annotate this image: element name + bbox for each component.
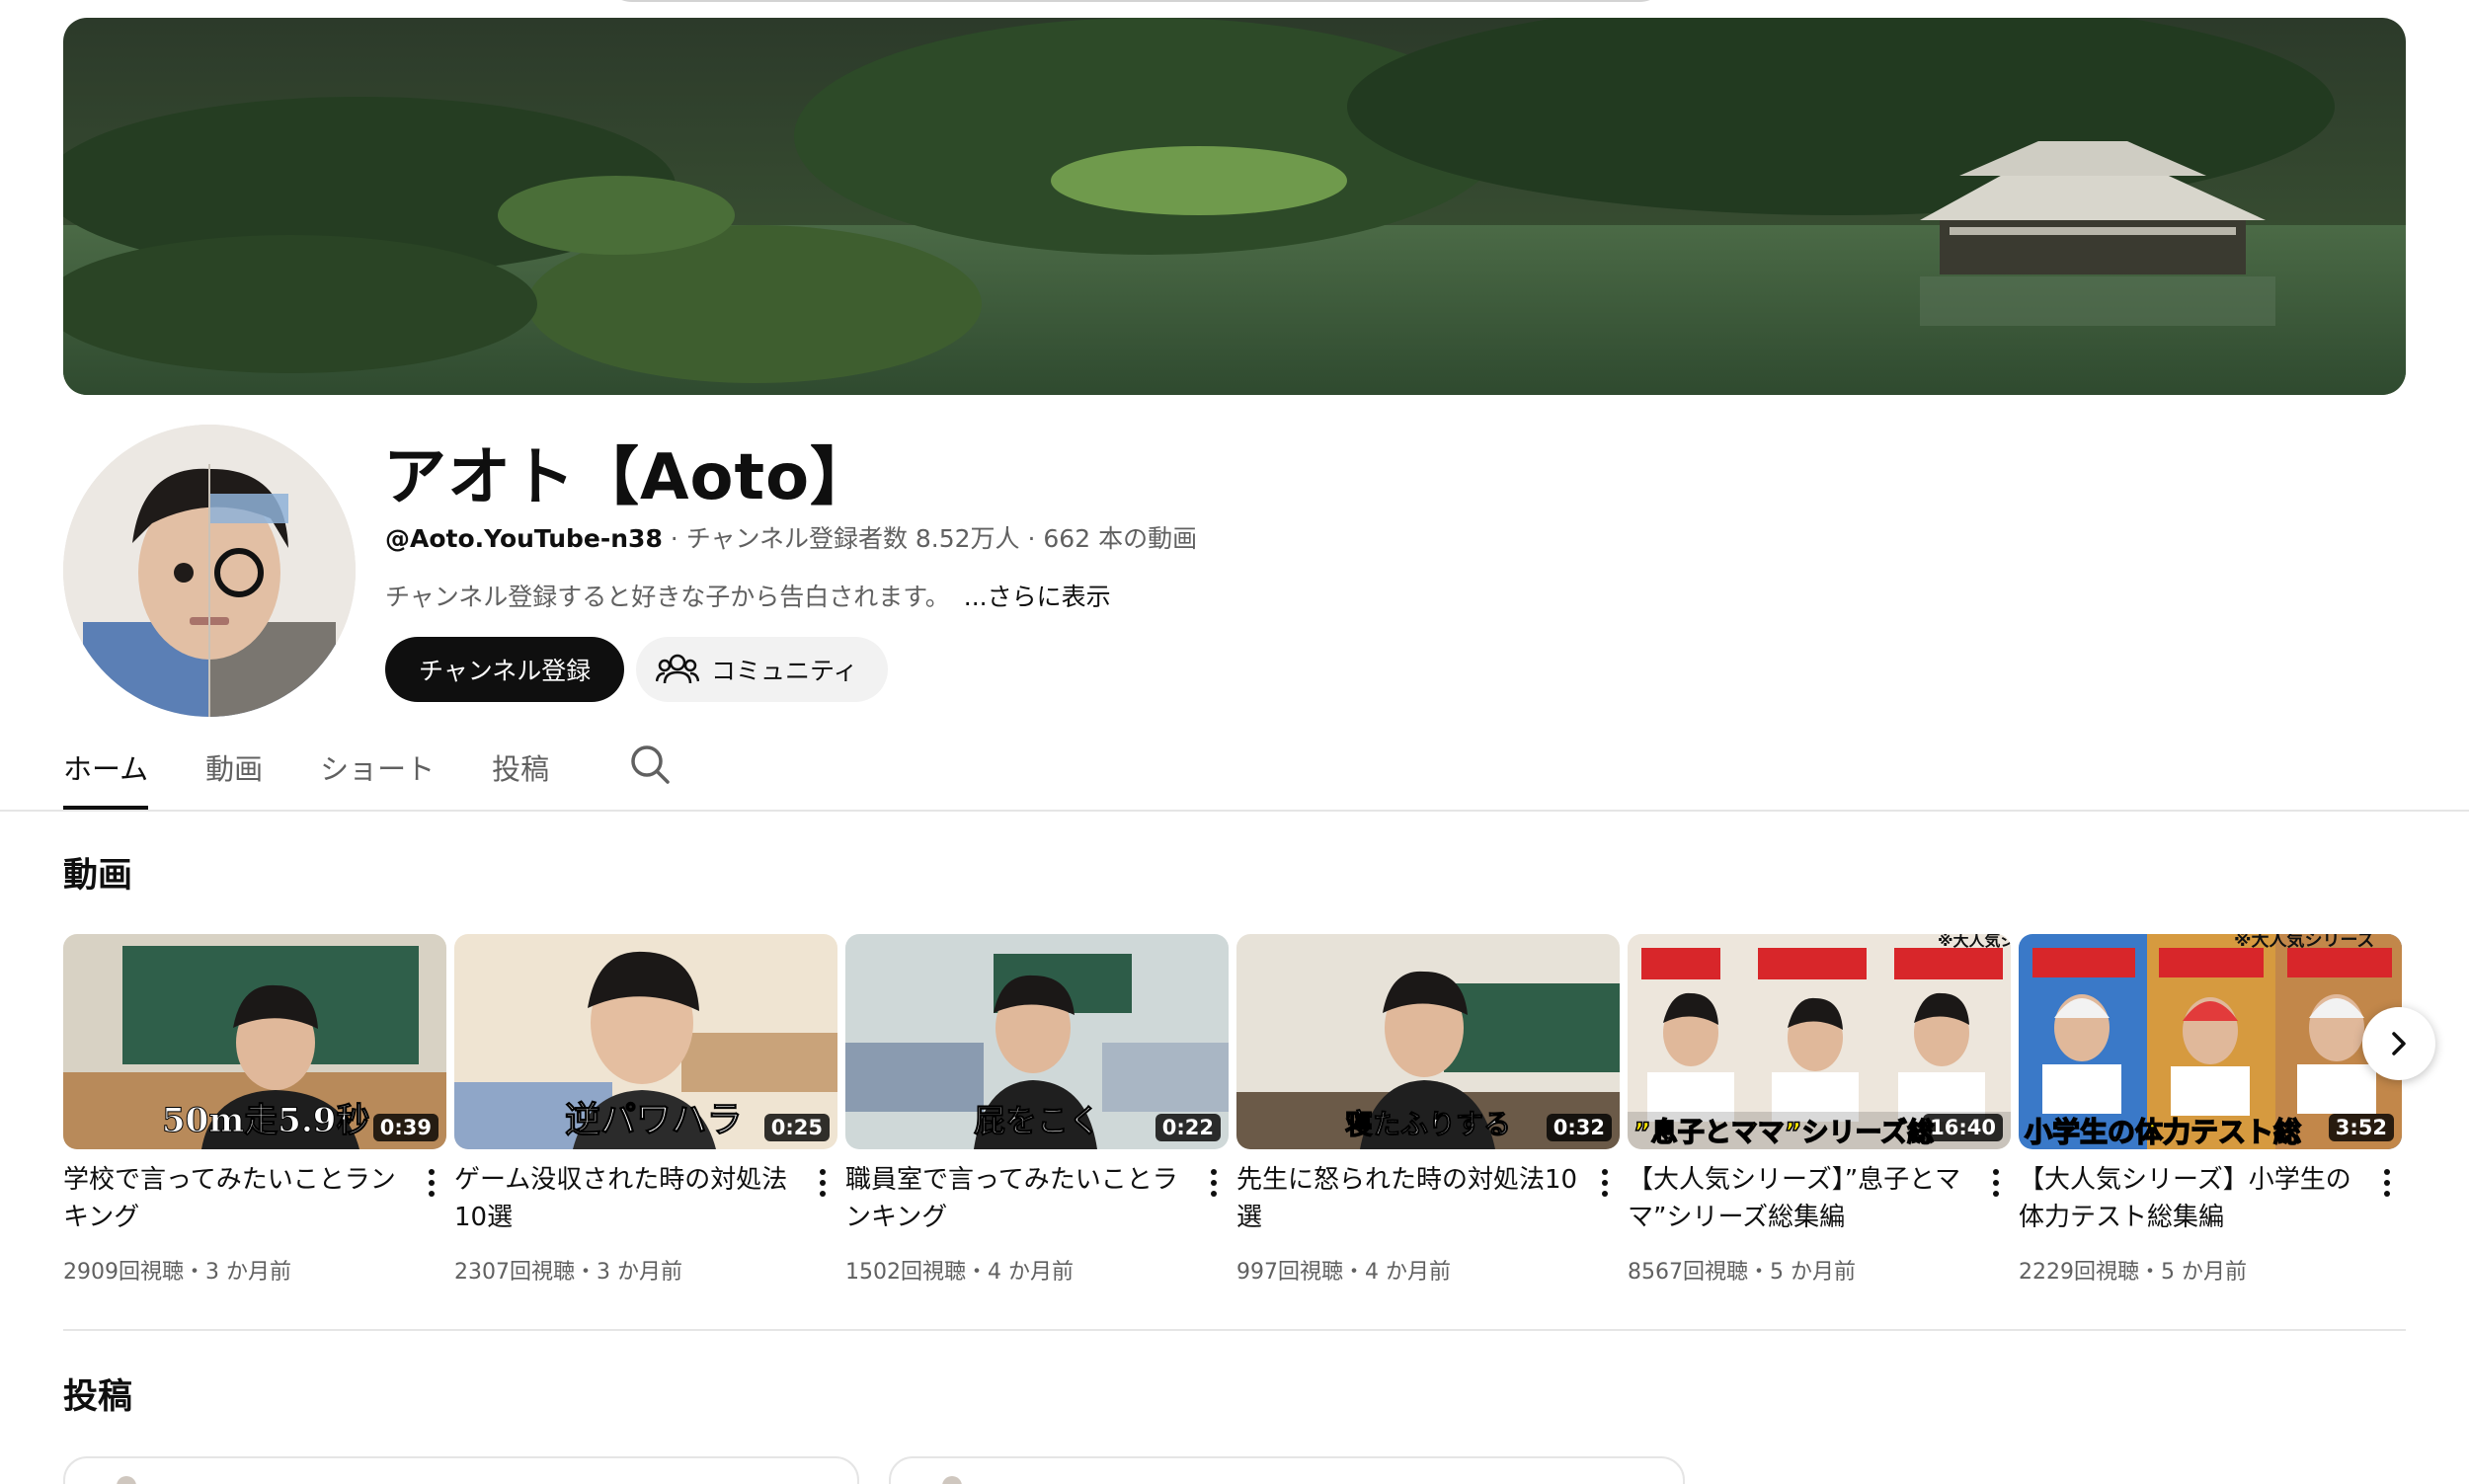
channel-description: チャンネル登録すると好きな子から告白されます。 ...さらに表示	[385, 578, 1111, 613]
description-text: チャンネル登録すると好きな子から告白されます。	[385, 583, 950, 611]
post-card[interactable]	[889, 1456, 1685, 1484]
show-more-link[interactable]: ...さらに表示	[964, 583, 1111, 611]
top-search-bar-edge	[602, 0, 1669, 2]
video-thumbnail[interactable]: 屁をこく 0:22	[845, 934, 1229, 1149]
video-card[interactable]: 寝たふりする 0:32 先生に怒られた時の対処法10選 997回視聴・4 か月前	[1236, 934, 1620, 1285]
more-vert-icon[interactable]	[1590, 1163, 1620, 1203]
channel-name: アオト【Aoto】	[383, 441, 875, 514]
video-stats: 8567回視聴・5 か月前	[1628, 1260, 1856, 1285]
more-vert-icon[interactable]	[417, 1163, 446, 1203]
video-thumbnail[interactable]: ※大人気シリーズ ”息子とママ”シリーズ総 16:40	[1628, 934, 2011, 1149]
tab-posts[interactable]: 投稿	[492, 742, 549, 810]
channel-stats: · チャンネル登録者数 8.52万人 · 662 本の動画	[662, 524, 1198, 553]
video-shelf: 50m走5.9秒 0:39 学校で言ってみたいことランキング 2909回視聴・3…	[63, 934, 2406, 1289]
video-stats: 2229回視聴・5 か月前	[2019, 1260, 2247, 1285]
channel-tabs: ホーム 動画 ショート 投稿	[63, 742, 672, 810]
video-duration: 0:25	[763, 1114, 830, 1141]
video-stats: 997回視聴・4 か月前	[1236, 1260, 1451, 1285]
video-duration: 0:22	[1155, 1114, 1221, 1141]
tab-shorts[interactable]: ショート	[320, 742, 435, 810]
thumbnail-caption: 逆パワハラ	[565, 1099, 743, 1140]
video-title[interactable]: 【大人気シリーズ】小学生の体力テスト総集編	[2019, 1161, 2360, 1236]
video-thumbnail[interactable]: 逆パワハラ 0:25	[454, 934, 837, 1149]
video-duration: 16:40	[1923, 1114, 2003, 1141]
thumbnail-caption: 小学生の体力テスト総	[2025, 1116, 2301, 1148]
shelf-next-button[interactable]	[2362, 1007, 2435, 1080]
section-divider	[63, 1329, 2406, 1331]
video-card[interactable]: ※大人気シリーズ 小学生の体力テスト総 3:52 【大人気シリーズ】小学生の体力…	[2019, 934, 2402, 1285]
thumbnail-caption: 屁をこく	[974, 1102, 1100, 1139]
video-title[interactable]: 職員室で言ってみたいことランキング	[845, 1161, 1187, 1236]
tab-videos[interactable]: 動画	[205, 742, 263, 810]
thumbnail-caption: ”息子とママ”シリーズ総	[1633, 1117, 1934, 1148]
subscribe-button[interactable]: チャンネル登録	[385, 637, 625, 702]
thumbnail-badge: ※大人気シリーズ	[1938, 934, 2011, 950]
video-card[interactable]: 屁をこく 0:22 職員室で言ってみたいことランキング 1502回視聴・4 か月…	[845, 934, 1229, 1285]
channel-meta: @Aoto.YouTube-n38 · チャンネル登録者数 8.52万人 · 6…	[385, 519, 1197, 555]
video-duration: 0:39	[372, 1114, 438, 1141]
video-title[interactable]: 学校で言ってみたいことランキング	[63, 1161, 405, 1236]
video-title[interactable]: 【大人気シリーズ】”息子とママ”シリーズ総集編	[1628, 1161, 1969, 1236]
tabs-divider	[0, 810, 2469, 812]
channel-avatar[interactable]	[63, 425, 356, 717]
more-vert-icon[interactable]	[2372, 1163, 2402, 1203]
video-stats: 2307回視聴・3 か月前	[454, 1260, 682, 1285]
more-vert-icon[interactable]	[808, 1163, 837, 1203]
video-stats: 1502回視聴・4 か月前	[845, 1260, 1074, 1285]
banner-image	[63, 18, 2406, 395]
video-card[interactable]: 50m走5.9秒 0:39 学校で言ってみたいことランキング 2909回視聴・3…	[63, 934, 446, 1285]
post-card[interactable]	[63, 1456, 859, 1484]
video-thumbnail[interactable]: 寝たふりする 0:32	[1236, 934, 1620, 1149]
video-card[interactable]: 逆パワハラ 0:25 ゲーム没収された時の対処法10選 2307回視聴・3 か月…	[454, 934, 837, 1285]
thumbnail-caption: 50m走5.9秒	[162, 1101, 369, 1140]
people-icon	[656, 654, 699, 684]
tab-home[interactable]: ホーム	[63, 742, 149, 810]
avatar-image	[63, 425, 356, 717]
video-title[interactable]: ゲーム没収された時の対処法10選	[454, 1161, 796, 1236]
more-vert-icon[interactable]	[1199, 1163, 1229, 1203]
video-title[interactable]: 先生に怒られた時の対処法10選	[1236, 1161, 1578, 1236]
video-card[interactable]: ※大人気シリーズ ”息子とママ”シリーズ総 16:40 【大人気シリーズ】”息子…	[1628, 934, 2011, 1285]
channel-banner	[63, 18, 2406, 395]
channel-handle[interactable]: @Aoto.YouTube-n38	[385, 524, 663, 553]
video-stats: 2909回視聴・3 か月前	[63, 1260, 291, 1285]
search-icon[interactable]	[628, 742, 672, 786]
community-button[interactable]: コミュニティ	[636, 637, 888, 702]
video-thumbnail[interactable]: 50m走5.9秒 0:39	[63, 934, 446, 1149]
community-label: コミュニティ	[711, 657, 858, 685]
thumbnail-badge: ※大人気シリーズ	[2234, 934, 2375, 951]
video-duration: 3:52	[2328, 1114, 2394, 1141]
thumbnail-caption: 寝たふりする	[1345, 1108, 1511, 1140]
video-thumbnail[interactable]: ※大人気シリーズ 小学生の体力テスト総 3:52	[2019, 934, 2402, 1149]
video-duration: 0:32	[1546, 1114, 1612, 1141]
chevron-right-icon	[2392, 1032, 2406, 1055]
more-vert-icon[interactable]	[1981, 1163, 2011, 1203]
post-avatar	[942, 1476, 962, 1484]
post-avatar	[117, 1476, 136, 1484]
posts-section-title: 投稿	[63, 1377, 133, 1417]
videos-section-title: 動画	[63, 856, 133, 896]
